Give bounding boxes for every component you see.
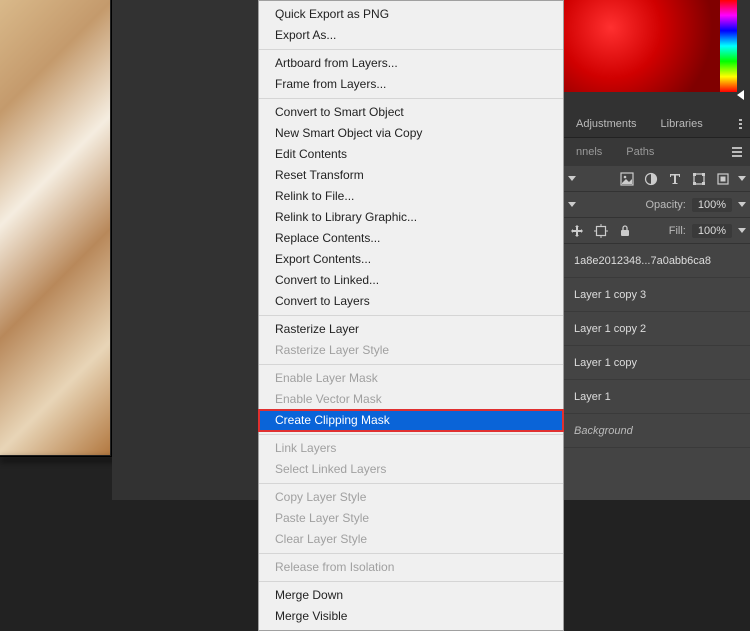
menu-item[interactable]: Create Clipping Mask: [259, 410, 563, 431]
tab-libraries[interactable]: Libraries: [649, 110, 715, 138]
menu-item: Link Layers: [259, 438, 563, 459]
filter-smartobject-icon[interactable]: [714, 170, 732, 188]
menu-item[interactable]: Merge Down: [259, 585, 563, 606]
hue-slider[interactable]: [720, 0, 737, 92]
filter-shape-icon[interactable]: [690, 170, 708, 188]
menu-item[interactable]: Export As...: [259, 25, 563, 46]
layer-context-menu: Quick Export as PNGExport As... Artboard …: [258, 0, 564, 631]
menu-item[interactable]: Artboard from Layers...: [259, 53, 563, 74]
fill-value[interactable]: 100%: [692, 224, 732, 238]
menu-item: Enable Layer Mask: [259, 368, 563, 389]
filter-adjustment-icon[interactable]: [642, 170, 660, 188]
opacity-value[interactable]: 100%: [692, 198, 732, 212]
layers-toolbar-1: [564, 166, 750, 192]
menu-item[interactable]: Merge Visible: [259, 606, 563, 627]
menu-item[interactable]: Export Contents...: [259, 249, 563, 270]
menu-item[interactable]: Replace Contents...: [259, 228, 563, 249]
layer-list: 1a8e2012348...7a0abb6ca8Layer 1 copy 3La…: [564, 244, 750, 448]
menu-item[interactable]: Relink to File...: [259, 186, 563, 207]
panel-subtabs: nnels Paths: [564, 138, 750, 166]
menu-item[interactable]: Convert to Linked...: [259, 270, 563, 291]
menu-item[interactable]: Quick Export as PNG: [259, 4, 563, 25]
opacity-label: Opacity:: [646, 199, 686, 211]
menu-item: Copy Layer Style: [259, 487, 563, 508]
menu-item: Release from Isolation: [259, 557, 563, 578]
panel-submenu-icon[interactable]: [732, 147, 750, 157]
layers-toolbar-3: Fill: 100%: [564, 218, 750, 244]
blend-mode-dropdown[interactable]: [568, 176, 576, 181]
filter-more-dropdown[interactable]: [738, 176, 746, 181]
tab-adjustments[interactable]: Adjustments: [564, 110, 649, 138]
panel-tabs-top: Adjustments Libraries: [564, 110, 750, 138]
menu-item[interactable]: Convert to Smart Object: [259, 102, 563, 123]
opacity-dropdown[interactable]: [738, 202, 746, 207]
color-picker-panel[interactable]: [564, 0, 720, 92]
panel-menu-icon[interactable]: [739, 119, 750, 129]
lock-move-icon[interactable]: [568, 222, 586, 240]
lock-all-icon[interactable]: [616, 222, 634, 240]
canvas-shadow: [0, 457, 130, 463]
tab-paths[interactable]: Paths: [614, 138, 666, 166]
layer-item[interactable]: Layer 1: [564, 380, 750, 414]
layer-item[interactable]: Layer 1 copy 2: [564, 312, 750, 346]
layers-toolbar-2: Opacity: 100%: [564, 192, 750, 218]
filter-image-icon[interactable]: [618, 170, 636, 188]
menu-item: Paste Layer Style: [259, 508, 563, 529]
menu-item[interactable]: New Smart Object via Copy: [259, 123, 563, 144]
menu-item[interactable]: Relink to Library Graphic...: [259, 207, 563, 228]
menu-item[interactable]: Reset Transform: [259, 165, 563, 186]
layer-item[interactable]: Background: [564, 414, 750, 448]
layer-item[interactable]: Layer 1 copy 3: [564, 278, 750, 312]
menu-item: Clear Layer Style: [259, 529, 563, 550]
canvas-border: [0, 0, 112, 457]
menu-item: Enable Vector Mask: [259, 389, 563, 410]
hue-slider-marker[interactable]: [737, 90, 744, 100]
menu-item: Rasterize Layer Style: [259, 340, 563, 361]
layer-item[interactable]: 1a8e2012348...7a0abb6ca8: [564, 244, 750, 278]
fill-label: Fill:: [669, 225, 686, 237]
fill-dropdown[interactable]: [738, 228, 746, 233]
tab-channels[interactable]: nnels: [564, 138, 614, 166]
menu-item[interactable]: Frame from Layers...: [259, 74, 563, 95]
lock-artboard-icon[interactable]: [592, 222, 610, 240]
menu-item: Select Linked Layers: [259, 459, 563, 480]
layer-item[interactable]: Layer 1 copy: [564, 346, 750, 380]
menu-item[interactable]: Convert to Layers: [259, 291, 563, 312]
right-panels: Adjustments Libraries nnels Paths Opacit…: [564, 110, 750, 500]
menu-item[interactable]: Edit Contents: [259, 144, 563, 165]
filter-type-icon[interactable]: [666, 170, 684, 188]
opacity-blend-dropdown[interactable]: [568, 202, 576, 207]
menu-item[interactable]: Rasterize Layer: [259, 319, 563, 340]
